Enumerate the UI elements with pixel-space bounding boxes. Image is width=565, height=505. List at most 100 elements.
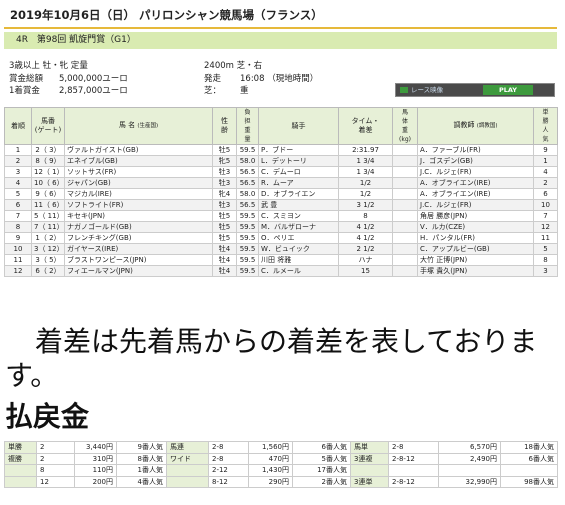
horse-name-cell[interactable]: ブラストワンピース(JPN) (64, 254, 213, 266)
weight-cell: 56.5 (236, 199, 259, 211)
number-cell: 3（ 5） (31, 254, 65, 266)
jockey-cell: D．オブライエン (258, 188, 339, 200)
horse-name-cell[interactable]: ガイヤース(IRE) (64, 243, 213, 255)
bodyweight-cell (392, 243, 418, 255)
favorite-cell: 8 (533, 254, 558, 266)
payout-cell: 17番人気 (292, 464, 351, 477)
time-cell: 2 1/2 (338, 243, 393, 255)
rank-cell: 11 (4, 254, 32, 266)
table-row: 4 10（ 6） ジャパン(GB) 牡3 56.5 R．ムーア 1/2 A．オブライエン(IR… (4, 177, 558, 189)
payout-cell: 4番人気 (116, 475, 167, 488)
payout-cell: 110円 (74, 464, 117, 477)
jockey-cell: C．デムーロ (258, 166, 339, 178)
jockey-cell: R．ムーア (258, 177, 339, 189)
table-row: 2 8（ 9） エネイブル(GB) 牝5 58.0 L．デットーリ 1 3/4 J．ゴスデン(… (4, 155, 558, 167)
payout-cell: 290円 (248, 475, 293, 488)
payout-cell (388, 464, 439, 477)
weight-cell: 58.0 (236, 188, 259, 200)
rank-cell: 4 (4, 177, 32, 189)
col-number: 馬番 (ゲート) (31, 107, 65, 145)
race-info-left: 3歳以上 牡・牝 定量 賞金総額 5,000,000ユーロ 1着賞金 2,857,0… (9, 60, 128, 98)
number-cell: 3（ 12） (31, 243, 65, 255)
rank-cell: 10 (4, 243, 32, 255)
start-label: 発走 (204, 73, 222, 84)
weight-cell: 56.5 (236, 177, 259, 189)
sex-age-cell: 牡5 (212, 232, 237, 244)
table-row: 9 1（ 2） フレンチキング(GB) 牡5 59.5 O．ペリエ 4 1/2 H．パンタル(… (4, 232, 558, 244)
trainer-cell: A．ファーブル(FR) (417, 144, 534, 156)
sex-age-cell: 牝5 (212, 155, 237, 167)
payout-cell: 6番人気 (292, 441, 351, 454)
horse-name-cell[interactable]: ソフトライト(FR) (64, 199, 213, 211)
payout-cell: 5番人気 (292, 452, 351, 465)
table-row: 3 12（ 1） ソットサス(FR) 牡3 56.5 C．デムーロ 1 3/4 J.C．ルジェ… (4, 166, 558, 178)
rank-cell: 2 (4, 155, 32, 167)
payout-cell: 98番人気 (500, 475, 558, 488)
sex-age-cell: 牡3 (212, 199, 237, 211)
results-header-row: 着順 馬番 (ゲート) 馬 名 (生産国) 性 齢 負 担 重 量 騎手 タイム… (4, 107, 558, 145)
horse-name-cell[interactable]: ヴァルトガイスト(GB) (64, 144, 213, 156)
number-cell: 1（ 2） (31, 232, 65, 244)
first-prize-label: 1着賞金 (9, 86, 40, 96)
payout-cell: 1,560円 (248, 441, 293, 454)
trainer-cell: A．オブライエン(IRE) (417, 177, 534, 189)
col-weight: 負 担 重 量 (236, 107, 259, 145)
trainer-cell: 角居 勝彦(JPN) (417, 210, 534, 222)
horse-name-cell[interactable]: キセキ(JPN) (64, 210, 213, 222)
number-cell: 7（ 11） (31, 221, 65, 233)
jockey-cell: 川田 将雅 (258, 254, 339, 266)
race-distance: 2400m 芝・右 (204, 61, 263, 71)
sex-age-cell: 牡5 (212, 210, 237, 222)
horse-name-cell[interactable]: ジャパン(GB) (64, 177, 213, 189)
jockey-cell: C．ルメール (258, 265, 339, 277)
sex-age-cell: 牡4 (212, 265, 237, 277)
trainer-cell: J．ゴスデン(GB) (417, 155, 534, 167)
favorite-cell: 2 (533, 177, 558, 189)
race-number: 4R (16, 35, 28, 45)
jockey-cell: M．バルザローナ (258, 221, 339, 233)
jockey-cell: P．ブドー (258, 144, 339, 156)
payout-cell: 8-12 (208, 475, 249, 488)
bodyweight-cell (392, 177, 418, 189)
play-button[interactable]: PLAY (483, 85, 533, 95)
horse-name-cell[interactable]: ソットサス(FR) (64, 166, 213, 178)
table-row: 10 3（ 12） ガイヤース(IRE) 牡4 59.5 W．ビュイック 2 1/2 C．アッ… (4, 243, 558, 255)
horse-name-cell[interactable]: フィエールマン(JPN) (64, 265, 213, 277)
favorite-cell: 7 (533, 210, 558, 222)
payout-cell: 2-8 (388, 441, 439, 454)
trainer-cell: C．アップルビー(GB) (417, 243, 534, 255)
rank-cell: 1 (4, 144, 32, 156)
horse-name-cell[interactable]: ナガノゴールド(GB) (64, 221, 213, 233)
payout-type-cell (350, 464, 389, 477)
table-row: 12 6（ 2） フィエールマン(JPN) 牡4 59.5 C．ルメール 15 手塚 貴久(J… (4, 265, 558, 277)
payout-type-cell: 馬単 (350, 441, 389, 454)
bodyweight-cell (392, 188, 418, 200)
horse-name-cell[interactable]: マジカル(IRE) (64, 188, 213, 200)
bodyweight-cell (392, 232, 418, 244)
bodyweight-cell (392, 265, 418, 277)
sex-age-cell: 牡5 (212, 144, 237, 156)
horse-name-cell[interactable]: エネイブル(GB) (64, 155, 213, 167)
table-row: 5 9（ 6） マジカル(IRE) 牝4 58.0 D．オブライエン 1/2 A．オブライエン… (4, 188, 558, 200)
number-cell: 10（ 6） (31, 177, 65, 189)
payout-cell: 1,430円 (248, 464, 293, 477)
time-cell: 2:31.97 (338, 144, 393, 156)
jockey-cell: 武 豊 (258, 199, 339, 211)
favorite-cell: 12 (533, 221, 558, 233)
bodyweight-cell (392, 166, 418, 178)
number-cell: 5（ 11） (31, 210, 65, 222)
time-cell: 1 3/4 (338, 166, 393, 178)
bodyweight-cell (392, 210, 418, 222)
favorite-cell: 4 (533, 166, 558, 178)
number-cell: 2（ 3） (31, 144, 65, 156)
payout-cell (500, 464, 558, 477)
favorite-cell: 6 (533, 188, 558, 200)
time-cell: ハナ (338, 254, 393, 266)
bodyweight-cell (392, 254, 418, 266)
race-video-label: レース映像 (400, 85, 443, 96)
col-horse: 馬 名 (生産国) (64, 107, 213, 145)
time-cell: 8 (338, 210, 393, 222)
number-cell: 11（ 6） (31, 199, 65, 211)
horse-name-cell[interactable]: フレンチキング(GB) (64, 232, 213, 244)
weight-cell: 59.5 (236, 265, 259, 277)
